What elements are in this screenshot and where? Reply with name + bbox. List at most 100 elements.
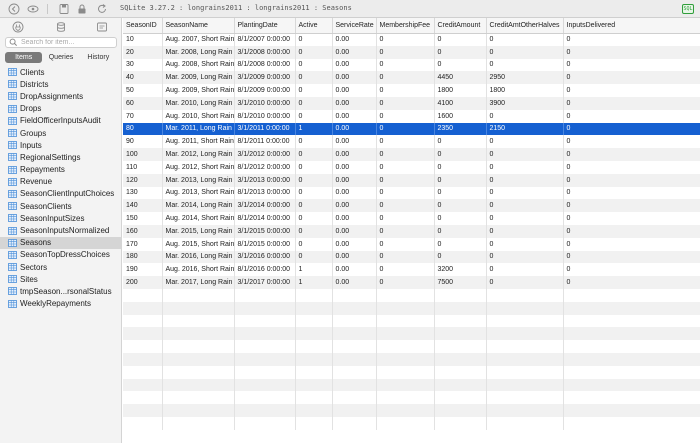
table-cell[interactable]: 0.00 bbox=[332, 45, 377, 59]
table-cell[interactable]: 0 bbox=[295, 96, 333, 110]
table-cell[interactable]: 0.00 bbox=[332, 122, 377, 136]
sidebar-item[interactable]: Inputs bbox=[0, 139, 122, 151]
table-cell[interactable]: 0 bbox=[434, 160, 487, 174]
table-cell[interactable]: 0.00 bbox=[332, 96, 377, 110]
table-cell[interactable]: 0 bbox=[376, 96, 435, 110]
table-cell[interactable]: 60 bbox=[123, 96, 163, 110]
table-cell[interactable]: Mar. 2010, Long Rain bbox=[162, 96, 235, 110]
table-cell[interactable]: 8/1/2013 0:00:00 bbox=[234, 186, 296, 200]
table-cell[interactable]: 0 bbox=[563, 263, 700, 277]
table-cell[interactable]: 4450 bbox=[434, 71, 487, 85]
table-cell[interactable]: 3/1/2012 0:00:00 bbox=[234, 148, 296, 161]
table-cell[interactable]: 0 bbox=[486, 212, 564, 225]
table-cell[interactable]: 0.00 bbox=[332, 212, 377, 225]
sidebar-item[interactable]: RegionalSettings bbox=[0, 151, 122, 163]
table-cell[interactable]: 200 bbox=[123, 276, 163, 289]
table-cell[interactable]: 0 bbox=[563, 109, 700, 123]
table-cell[interactable]: 0 bbox=[295, 109, 333, 123]
table-cell[interactable]: 1 bbox=[295, 122, 333, 136]
table-cell[interactable]: 0 bbox=[434, 250, 487, 264]
table-cell[interactable]: 0 bbox=[434, 148, 487, 161]
table-cell[interactable]: 3/1/2016 0:00:00 bbox=[234, 250, 296, 264]
table-cell[interactable]: 3/1/2017 0:00:00 bbox=[234, 276, 296, 289]
table-row[interactable]: 100 Mar. 2012, Long Rain 3/1/2012 0:00:00 0… bbox=[123, 148, 700, 161]
table-cell[interactable]: 0 bbox=[486, 263, 564, 277]
table-cell[interactable]: Aug. 2007, Short Rain bbox=[162, 33, 235, 46]
table-cell[interactable]: 0 bbox=[295, 250, 333, 264]
tab-queries[interactable]: Queries bbox=[42, 52, 79, 63]
column-header[interactable]: InputsDelivered bbox=[563, 18, 700, 34]
table-cell[interactable]: 8/1/2007 0:00:00 bbox=[234, 33, 296, 46]
table-cell[interactable]: 0 bbox=[563, 276, 700, 289]
table-cell[interactable]: 0 bbox=[486, 135, 564, 149]
table-cell[interactable]: 0 bbox=[376, 135, 435, 149]
table-cell[interactable]: 0 bbox=[376, 224, 435, 238]
table-cell[interactable]: 0 bbox=[486, 160, 564, 174]
table-cell[interactable]: 0.00 bbox=[332, 173, 377, 187]
table-cell[interactable]: 0.00 bbox=[332, 250, 377, 264]
table-cell[interactable]: 0 bbox=[563, 45, 700, 59]
table-row[interactable]: 200 Mar. 2017, Long Rain 3/1/2017 0:00:00 1… bbox=[123, 276, 700, 289]
table-cell[interactable]: Aug. 2016, Short Rain bbox=[162, 263, 235, 277]
sidebar-item[interactable]: SeasonInputsNormalized bbox=[0, 224, 122, 236]
sidebar-item[interactable]: Clients bbox=[0, 66, 122, 78]
table-cell[interactable]: 140 bbox=[123, 199, 163, 213]
table-cell[interactable]: 130 bbox=[123, 186, 163, 200]
table-cell[interactable]: 0 bbox=[563, 33, 700, 46]
table-cell[interactable]: 0 bbox=[434, 33, 487, 46]
sidebar-item[interactable]: Repayments bbox=[0, 164, 122, 176]
table-cell[interactable]: 0 bbox=[434, 199, 487, 213]
table-cell[interactable]: 8/1/2016 0:00:00 bbox=[234, 263, 296, 277]
table-row[interactable]: 190 Aug. 2016, Short Rain 8/1/2016 0:00:00… bbox=[123, 263, 700, 277]
sidebar-item[interactable]: SeasonClients bbox=[0, 200, 122, 212]
table-row[interactable]: 30 Aug. 2008, Short Rain 8/1/2008 0:00:00 0… bbox=[123, 58, 700, 72]
table-cell[interactable]: 10 bbox=[123, 33, 163, 46]
table-cell[interactable]: 0 bbox=[486, 237, 564, 251]
table-cell[interactable]: 0 bbox=[486, 173, 564, 187]
table-cell[interactable]: 0 bbox=[295, 186, 333, 200]
table-cell[interactable]: 0 bbox=[376, 71, 435, 85]
table-cell[interactable]: 0.00 bbox=[332, 263, 377, 277]
refresh-icon[interactable] bbox=[96, 3, 108, 15]
table-cell[interactable]: 0 bbox=[486, 186, 564, 200]
sidebar-item[interactable]: Groups bbox=[0, 127, 122, 139]
table-cell[interactable]: 0 bbox=[486, 276, 564, 289]
table-row[interactable]: 180 Mar. 2016, Long Rain 3/1/2016 0:00:00 0… bbox=[123, 250, 700, 264]
table-cell[interactable]: 0 bbox=[563, 250, 700, 264]
table-cell[interactable]: Aug. 2014, Short Rain bbox=[162, 212, 235, 225]
table-cell[interactable]: 3900 bbox=[486, 96, 564, 110]
table-cell[interactable]: 8/1/2008 0:00:00 bbox=[234, 58, 296, 72]
table-cell[interactable]: 0 bbox=[486, 199, 564, 213]
table-cell[interactable]: 0 bbox=[486, 250, 564, 264]
table-cell[interactable]: 190 bbox=[123, 263, 163, 277]
table-cell[interactable]: 0.00 bbox=[332, 148, 377, 161]
column-header[interactable]: ServiceRate bbox=[332, 18, 377, 34]
table-cell[interactable]: 0 bbox=[295, 148, 333, 161]
table-cell[interactable]: 0 bbox=[376, 250, 435, 264]
table-cell[interactable]: Mar. 2017, Long Rain bbox=[162, 276, 235, 289]
table-cell[interactable]: 0 bbox=[563, 224, 700, 238]
column-header[interactable]: CreditAmtOtherHalves bbox=[486, 18, 564, 34]
table-cell[interactable]: 0 bbox=[295, 84, 333, 97]
table-cell[interactable]: 50 bbox=[123, 84, 163, 97]
table-cell[interactable]: 0 bbox=[376, 33, 435, 46]
table-cell[interactable]: 0 bbox=[376, 276, 435, 289]
table-cell[interactable]: 8/1/2010 0:00:00 bbox=[234, 109, 296, 123]
table-cell[interactable]: 0.00 bbox=[332, 224, 377, 238]
table-cell[interactable]: 0 bbox=[434, 135, 487, 149]
table-cell[interactable]: 0 bbox=[434, 224, 487, 238]
table-cell[interactable]: 0 bbox=[434, 173, 487, 187]
table-cell[interactable]: 0 bbox=[376, 186, 435, 200]
table-cell[interactable]: 0 bbox=[563, 148, 700, 161]
table-cell[interactable]: 0.00 bbox=[332, 109, 377, 123]
table-row[interactable]: 120 Mar. 2013, Long Rain 3/1/2013 0:00:00 0… bbox=[123, 173, 700, 187]
table-cell[interactable]: 3/1/2014 0:00:00 bbox=[234, 199, 296, 213]
sidebar-item[interactable]: SeasonTopDressChoices bbox=[0, 249, 122, 261]
table-row[interactable]: 90 Aug. 2011, Short Rain 8/1/2011 0:00:00 0… bbox=[123, 135, 700, 149]
table-cell[interactable]: 0 bbox=[563, 199, 700, 213]
table-cell[interactable]: 0 bbox=[295, 33, 333, 46]
sql-file-icon[interactable] bbox=[96, 21, 108, 33]
table-row[interactable]: 110 Aug. 2012, Short Rain 8/1/2012 0:00:00… bbox=[123, 160, 700, 174]
table-cell[interactable]: 0 bbox=[563, 58, 700, 72]
data-grid[interactable]: SeasonID SeasonName PlantingDate Active Serv… bbox=[123, 18, 700, 443]
